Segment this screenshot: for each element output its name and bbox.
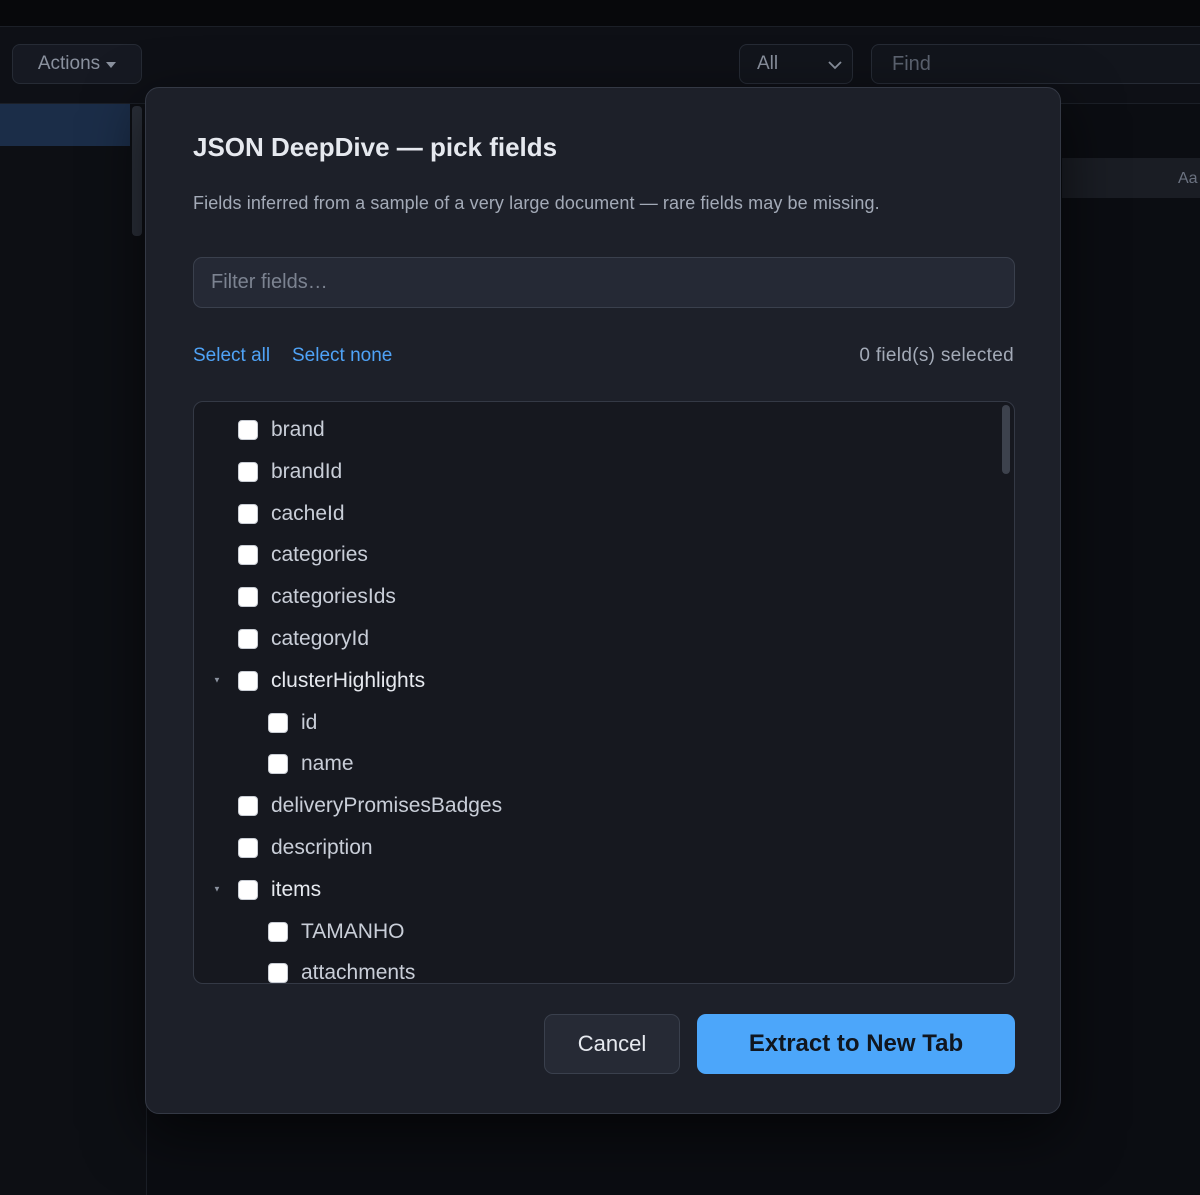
field-label: categories bbox=[271, 543, 368, 567]
find-input[interactable]: Find bbox=[871, 44, 1200, 84]
left-pane bbox=[0, 104, 147, 1195]
field-label: TAMANHO bbox=[301, 919, 405, 943]
field-row[interactable]: categoryId bbox=[238, 618, 369, 660]
left-pane-selected-item[interactable] bbox=[0, 104, 130, 146]
field-list-scrollbar[interactable] bbox=[1002, 405, 1010, 474]
field-row[interactable]: ▼ clusterHighlights bbox=[213, 660, 426, 702]
field-checkbox[interactable] bbox=[238, 838, 258, 858]
field-checkbox[interactable] bbox=[268, 921, 288, 942]
field-checkbox[interactable] bbox=[268, 712, 288, 733]
field-checkbox[interactable] bbox=[238, 670, 258, 691]
left-pane-scrollbar[interactable] bbox=[132, 106, 142, 236]
field-label: attachments bbox=[301, 961, 416, 984]
field-row[interactable]: description bbox=[238, 827, 373, 869]
actions-label: Actions bbox=[37, 53, 101, 74]
scope-select[interactable]: All bbox=[739, 44, 853, 84]
find-placeholder: Find bbox=[892, 52, 931, 75]
field-label: categoryId bbox=[271, 627, 370, 650]
match-case-toggle[interactable]: Aa bbox=[1178, 170, 1198, 188]
field-checkbox[interactable] bbox=[238, 545, 258, 566]
field-row[interactable]: brand bbox=[238, 409, 325, 451]
field-row[interactable]: cacheId bbox=[238, 493, 345, 535]
pick-fields-dialog: JSON DeepDive — pick fields Fields infer… bbox=[145, 87, 1061, 1114]
chevron-down-icon bbox=[828, 61, 842, 70]
select-none-link[interactable]: Select none bbox=[292, 345, 392, 367]
filter-fields-input[interactable] bbox=[193, 257, 1015, 308]
expand-toggle-icon[interactable]: ▼ bbox=[213, 676, 221, 685]
field-checkbox[interactable] bbox=[238, 879, 258, 900]
field-list[interactable]: brand brandId cacheId categories categoriesI… bbox=[193, 401, 1015, 984]
field-checkbox[interactable] bbox=[268, 754, 288, 775]
field-row[interactable]: attachments bbox=[268, 952, 416, 984]
field-checkbox[interactable] bbox=[238, 461, 258, 482]
field-label: cacheId bbox=[271, 501, 345, 525]
cancel-button[interactable]: Cancel bbox=[544, 1014, 680, 1074]
dialog-subtitle: Fields inferred from a sample of a very … bbox=[193, 193, 880, 213]
field-label: brand bbox=[271, 418, 325, 441]
field-row[interactable]: id bbox=[268, 702, 317, 744]
field-row[interactable]: brandId bbox=[238, 451, 342, 493]
selected-count: 0 field(s) selected bbox=[859, 345, 1014, 366]
field-label: deliveryPromisesBadges bbox=[271, 794, 503, 818]
field-checkbox[interactable] bbox=[238, 420, 258, 440]
field-row[interactable]: deliveryPromisesBadges bbox=[238, 785, 502, 827]
field-checkbox[interactable] bbox=[238, 587, 258, 608]
expand-toggle-icon[interactable]: ▼ bbox=[213, 885, 221, 894]
scope-value: All bbox=[757, 53, 779, 74]
field-row[interactable]: name bbox=[268, 743, 354, 785]
dialog-title: JSON DeepDive — pick fields bbox=[193, 132, 558, 162]
field-row[interactable]: categories bbox=[238, 534, 368, 576]
field-label: description bbox=[271, 836, 373, 859]
actions-menu-button[interactable]: Actions bbox=[12, 44, 142, 84]
field-row[interactable]: ▼ items bbox=[213, 869, 322, 911]
field-label: clusterHighlights bbox=[271, 668, 426, 692]
select-all-link[interactable]: Select all bbox=[193, 345, 270, 367]
caret-down-icon bbox=[106, 62, 117, 68]
field-row[interactable]: categoriesIds bbox=[238, 576, 396, 618]
window-top-strip bbox=[0, 0, 1200, 27]
field-label: brandId bbox=[271, 459, 343, 483]
field-checkbox[interactable] bbox=[238, 796, 258, 817]
field-label: id bbox=[301, 710, 318, 734]
field-label: categoriesIds bbox=[271, 585, 396, 609]
field-checkbox[interactable] bbox=[268, 963, 288, 983]
field-label: name bbox=[301, 752, 354, 776]
field-checkbox[interactable] bbox=[238, 629, 258, 649]
field-row[interactable]: TAMANHO bbox=[268, 911, 404, 953]
field-label: items bbox=[271, 877, 322, 901]
field-checkbox[interactable] bbox=[238, 503, 258, 524]
extract-to-new-tab-button[interactable]: Extract to New Tab bbox=[697, 1014, 1015, 1074]
